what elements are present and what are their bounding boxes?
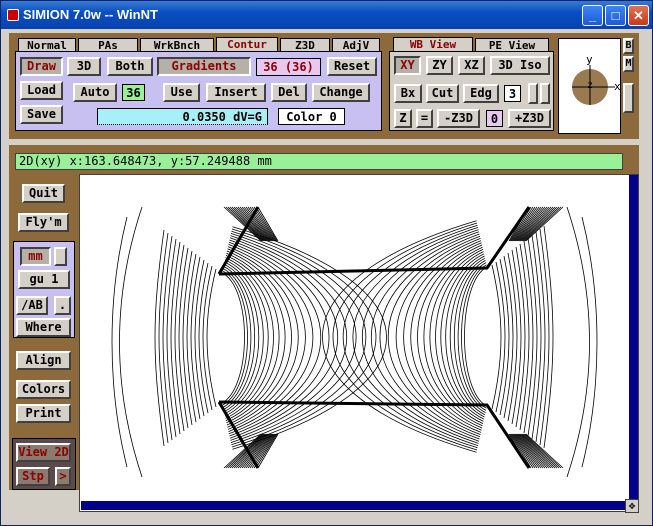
color-field[interactable]: Color 0 — [278, 108, 345, 125]
minus-z3d-button[interactable]: -Z3D — [437, 109, 480, 128]
app-icon — [7, 9, 19, 21]
units-toggle[interactable] — [54, 247, 67, 266]
axis-y-label: y — [586, 53, 593, 66]
save-button[interactable]: Save — [20, 105, 63, 124]
auto-value[interactable]: 36 — [122, 84, 145, 101]
m-button[interactable]: M — [623, 56, 634, 72]
tab-z3d[interactable]: Z3D — [280, 38, 330, 52]
minimize-button[interactable]: _ — [582, 5, 603, 26]
edg-down-button[interactable] — [540, 83, 550, 104]
gu-button[interactable]: gu 1 — [18, 270, 70, 289]
orient-slider[interactable] — [623, 83, 634, 113]
equals-button[interactable]: = — [416, 109, 433, 128]
title-bar[interactable]: SIMION 7.0w -- WinNT _ □ ✕ — [1, 1, 652, 29]
reset-button[interactable]: Reset — [327, 57, 377, 76]
tab-wb-view[interactable]: WB View — [393, 37, 473, 52]
window-title: SIMION 7.0w -- WinNT — [23, 7, 158, 22]
xz-button[interactable]: XZ — [458, 56, 485, 75]
coordinate-readout: 2D(xy) x:163.648473, y:57.249488 mm — [15, 153, 623, 170]
close-button[interactable]: ✕ — [628, 5, 649, 26]
ab-button[interactable]: /AB — [16, 296, 48, 315]
use-button[interactable]: Use — [163, 83, 200, 102]
contour-count: 36 (36) — [256, 58, 321, 76]
edg-button[interactable]: Edg — [463, 84, 499, 103]
gradients-button[interactable]: Gradients — [157, 57, 251, 76]
app-window: SIMION 7.0w -- WinNT _ □ ✕ Normal PAs Wr… — [0, 0, 653, 526]
draw-button[interactable]: Draw — [20, 57, 63, 76]
insert-button[interactable]: Insert — [206, 83, 266, 102]
contour-lines — [111, 206, 598, 478]
zy-button[interactable]: ZY — [426, 56, 453, 75]
contour-plot[interactable] — [82, 177, 627, 500]
bx-button[interactable]: Bx — [394, 84, 422, 103]
3d-iso-button[interactable]: 3D Iso — [490, 56, 550, 75]
step-arrow-button[interactable]: > — [55, 467, 71, 486]
tab-contur[interactable]: Contur — [216, 37, 278, 52]
flym-button[interactable]: Fly'm — [18, 213, 69, 232]
plus-z3d-button[interactable]: +Z3D — [508, 109, 551, 128]
tab-adjv[interactable]: AdjV — [332, 38, 380, 52]
tab-pe-view[interactable]: PE View — [475, 38, 549, 52]
view-2d-button[interactable]: View 2D — [16, 443, 71, 462]
auto-button[interactable]: Auto — [73, 83, 117, 102]
edg-value[interactable]: 3 — [504, 85, 521, 102]
change-button[interactable]: Change — [312, 83, 370, 102]
del-button[interactable]: Del — [271, 83, 307, 102]
axis-z-label: z — [587, 80, 594, 91]
print-button[interactable]: Print — [16, 404, 71, 423]
colors-button[interactable]: Colors — [16, 380, 71, 399]
z3d-value[interactable]: 0 — [486, 110, 503, 127]
tab-pas[interactable]: PAs — [78, 38, 138, 52]
maximize-button[interactable]: □ — [605, 5, 626, 26]
z-button[interactable]: Z — [394, 109, 412, 128]
potential-array-view[interactable] — [79, 174, 639, 512]
horizontal-scrollbar[interactable] — [81, 501, 628, 510]
orientation-widget[interactable]: y z x — [558, 38, 621, 134]
dv-value-field[interactable]: 0.0350 dV=G — [97, 108, 268, 125]
3d-button[interactable]: 3D — [67, 57, 101, 76]
tab-wrkbnch[interactable]: WrkBnch — [140, 38, 214, 52]
dot-button[interactable]: . — [54, 296, 71, 315]
xy-button[interactable]: XY — [394, 56, 421, 75]
cut-button[interactable]: Cut — [426, 84, 459, 103]
axis-x-label: x — [614, 80, 621, 93]
quit-button[interactable]: Quit — [22, 184, 65, 203]
tab-normal[interactable]: Normal — [18, 38, 76, 52]
move-cross-icon[interactable]: ✥ — [625, 499, 639, 513]
load-button[interactable]: Load — [20, 81, 63, 100]
where-button[interactable]: Where — [16, 318, 71, 337]
vertical-scrollbar[interactable] — [629, 175, 638, 500]
b-button[interactable]: B — [623, 38, 634, 54]
align-button[interactable]: Align — [16, 351, 71, 370]
both-button[interactable]: Both — [107, 57, 153, 76]
mm-button[interactable]: mm — [20, 247, 51, 266]
stp-button[interactable]: Stp — [16, 467, 50, 486]
edg-up-button[interactable] — [528, 83, 538, 104]
